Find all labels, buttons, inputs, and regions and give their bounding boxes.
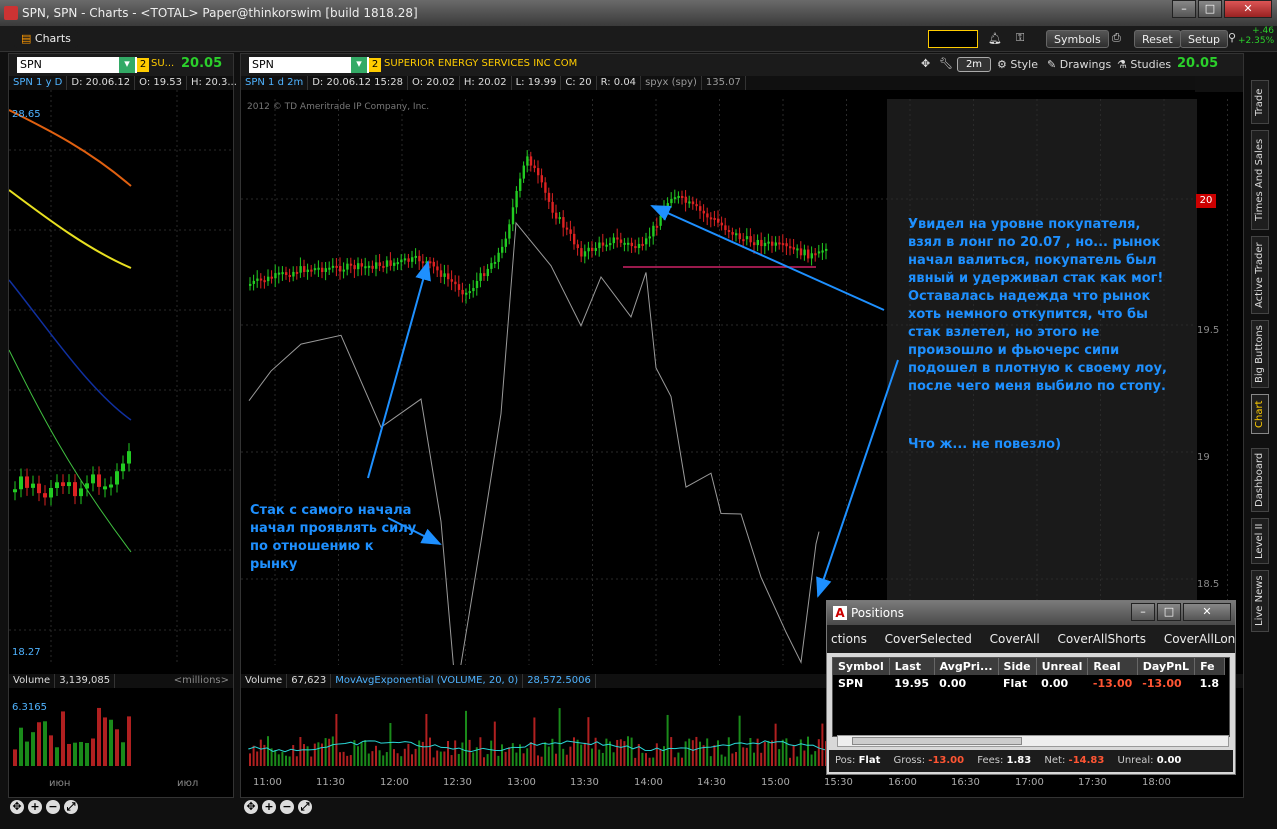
unreal-value: 0.00 — [1156, 755, 1182, 766]
zoom-in-icon[interactable]: + — [262, 800, 276, 814]
pos-value: Flat — [858, 755, 881, 766]
positions-window: A Positions – □ ✕ ctions CoverSelected C… — [826, 600, 1236, 775]
column-header[interactable]: Last — [889, 658, 935, 675]
cover-selected-button[interactable]: CoverSelected — [885, 632, 972, 646]
annotation-left: Стак с самого начала начал проявлять сил… — [250, 503, 417, 572]
fees-value: 1.83 — [1006, 755, 1032, 766]
table-row[interactable]: SPN 19.95 0.00 Flat 0.00 -13.00 -13.00 1… — [833, 675, 1225, 692]
column-header[interactable]: Fe — [1194, 658, 1225, 675]
annotation-arrow — [816, 359, 899, 598]
positions-grid: Symbol Last AvgPri... Side Unreal Real D… — [832, 657, 1230, 737]
cell-unreal: 0.00 — [1036, 675, 1088, 692]
gross-value: -13.00 — [928, 755, 965, 766]
cell-daypnl: -13.00 — [1137, 675, 1195, 692]
tab-level-ii[interactable]: Level II — [1251, 518, 1269, 564]
cover-all-button[interactable]: CoverAll — [990, 632, 1040, 646]
positions-summary: Pos: Flat Gross: -13.00 Fees: 1.83 Net: … — [829, 750, 1233, 772]
column-header[interactable]: Side — [998, 658, 1037, 675]
tab-big-buttons[interactable]: Big Buttons — [1251, 320, 1269, 388]
tab-chart[interactable]: Chart — [1251, 394, 1269, 434]
cover-all-shorts-button[interactable]: CoverAllShorts — [1058, 632, 1146, 646]
zoom-out-icon[interactable]: − — [280, 800, 294, 814]
app-icon: A — [833, 606, 847, 620]
cell-fees: 1.8 — [1194, 675, 1225, 692]
cell-avg: 0.00 — [934, 675, 999, 692]
column-header[interactable]: DayPnL — [1137, 658, 1196, 675]
zoom-in-icon[interactable]: + — [28, 800, 42, 814]
minimize-button[interactable]: – — [1131, 603, 1155, 621]
fit-icon[interactable]: ⤢ — [298, 800, 312, 814]
cell-side: Flat — [998, 675, 1037, 692]
cell-last: 19.95 — [889, 675, 935, 692]
close-button[interactable]: ✕ — [1183, 603, 1231, 621]
positions-title-bar: A Positions – □ ✕ — [827, 601, 1235, 625]
cover-all-longs-button[interactable]: CoverAllLongs — [1164, 632, 1235, 646]
positions-actions: ctions CoverSelected CoverAll CoverAllSh… — [827, 625, 1235, 653]
tab-dashboard[interactable]: Dashboard — [1251, 448, 1269, 512]
tab-times-and-sales[interactable]: Times And Sales — [1251, 130, 1269, 230]
annotation-arrow — [367, 260, 431, 479]
maximize-button[interactable]: □ — [1157, 603, 1181, 621]
column-header[interactable]: AvgPri... — [934, 658, 999, 675]
pan-icon[interactable]: ✥ — [10, 800, 24, 814]
zoom-out-icon[interactable]: − — [46, 800, 60, 814]
tab-trade[interactable]: Trade — [1251, 80, 1269, 124]
table-header: Symbol Last AvgPri... Side Unreal Real D… — [833, 658, 1225, 675]
net-value: -14.83 — [1068, 755, 1105, 766]
annotation-right-2: Что ж... не повезло) — [908, 437, 1062, 452]
column-header[interactable]: Real — [1087, 658, 1138, 675]
annotation-right: Увидел на уровне покупателя, взял в лонг… — [908, 217, 1167, 394]
horizontal-scrollbar[interactable] — [837, 735, 1229, 747]
tab-live-news[interactable]: Live News — [1251, 570, 1269, 632]
column-header[interactable]: Symbol — [833, 658, 890, 675]
app-window: SPN, SPN - Charts - <TOTAL> Paper@thinko… — [0, 0, 1277, 829]
annotation-arrow — [650, 205, 885, 311]
column-header[interactable]: Unreal — [1036, 658, 1089, 675]
pan-icon[interactable]: ✥ — [244, 800, 258, 814]
tab-active-trader[interactable]: Active Trader — [1251, 236, 1269, 314]
cell-real: -13.00 — [1087, 675, 1138, 692]
fit-icon[interactable]: ⤢ — [64, 800, 78, 814]
action-button[interactable]: ctions — [831, 632, 867, 646]
cell-symbol: SPN — [833, 675, 890, 692]
positions-table: Symbol Last AvgPri... Side Unreal Real D… — [833, 658, 1225, 692]
scrollbar-thumb[interactable] — [852, 737, 1022, 745]
